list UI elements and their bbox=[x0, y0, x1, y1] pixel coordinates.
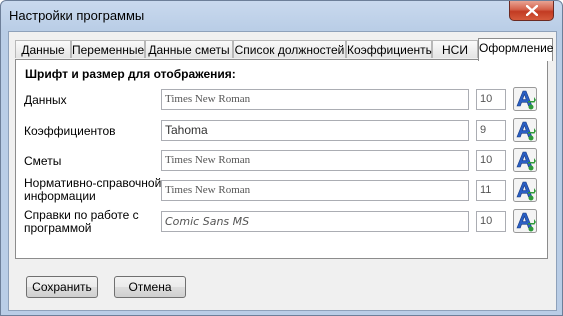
size-field-data[interactable]: 10 bbox=[476, 89, 506, 110]
font-picker-button-help[interactable] bbox=[513, 209, 537, 233]
appearance-panel: Шрифт и размер для отображения: Данных T… bbox=[15, 59, 548, 259]
font-field-help[interactable]: Comic Sans MS bbox=[161, 211, 469, 232]
font-field-reference-info[interactable]: Times New Roman bbox=[161, 180, 469, 201]
row-label-data: Данных bbox=[24, 93, 67, 107]
tab-variables[interactable]: Переменные bbox=[71, 40, 145, 58]
size-field-reference-info[interactable]: 11 bbox=[476, 180, 506, 201]
settings-window: Настройки программы Данные Переменные Да… bbox=[0, 0, 563, 316]
font-picker-button-coefficients[interactable] bbox=[513, 118, 537, 142]
font-field-data[interactable]: Times New Roman bbox=[161, 89, 469, 110]
font-field-coefficients[interactable]: Tahoma bbox=[161, 120, 469, 141]
row-label-line: программой bbox=[24, 221, 92, 235]
tab-data[interactable]: Данные bbox=[15, 40, 71, 58]
window-title: Настройки программы bbox=[9, 8, 145, 23]
tab-positions-list[interactable]: Список должностей bbox=[233, 40, 346, 58]
font-picker-button-reference-info[interactable] bbox=[513, 178, 537, 202]
row-label-estimate: Сметы bbox=[24, 154, 62, 168]
row-label-help: Справки по работе с программой bbox=[24, 209, 139, 235]
dialog-client-area: Данные Переменные Данные сметы Список до… bbox=[8, 31, 557, 311]
font-picker-icon bbox=[513, 209, 537, 233]
size-field-estimate[interactable]: 10 bbox=[476, 150, 506, 171]
tab-appearance[interactable]: Оформление bbox=[478, 38, 553, 61]
save-button[interactable]: Сохранить bbox=[26, 276, 98, 298]
row-label-reference-info: Нормативно-справочной информации bbox=[24, 177, 161, 203]
cancel-button[interactable]: Отмена bbox=[114, 276, 186, 298]
font-picker-icon bbox=[513, 178, 537, 202]
row-label-line: информации bbox=[24, 189, 96, 203]
panel-heading: Шрифт и размер для отображения: bbox=[25, 67, 236, 81]
size-field-coefficients[interactable]: 9 bbox=[476, 120, 506, 141]
font-picker-button-data[interactable] bbox=[513, 87, 537, 111]
tab-coefficients[interactable]: Коэффициенты bbox=[346, 40, 434, 58]
title-bar[interactable]: Настройки программы bbox=[1, 1, 562, 31]
tab-reference-info[interactable]: НСИ bbox=[432, 40, 478, 58]
font-picker-icon bbox=[513, 118, 537, 142]
row-label-coefficients: Коэффициентов bbox=[24, 124, 116, 138]
close-button[interactable] bbox=[509, 1, 554, 21]
close-icon bbox=[525, 5, 538, 16]
tab-strip: Данные Переменные Данные сметы Список до… bbox=[15, 38, 553, 61]
tab-estimate-data[interactable]: Данные сметы bbox=[145, 40, 233, 58]
font-picker-icon bbox=[513, 148, 537, 172]
font-field-estimate[interactable]: Times New Roman bbox=[161, 150, 469, 171]
size-field-help[interactable]: 10 bbox=[476, 211, 506, 232]
font-picker-button-estimate[interactable] bbox=[513, 148, 537, 172]
font-picker-icon bbox=[513, 87, 537, 111]
